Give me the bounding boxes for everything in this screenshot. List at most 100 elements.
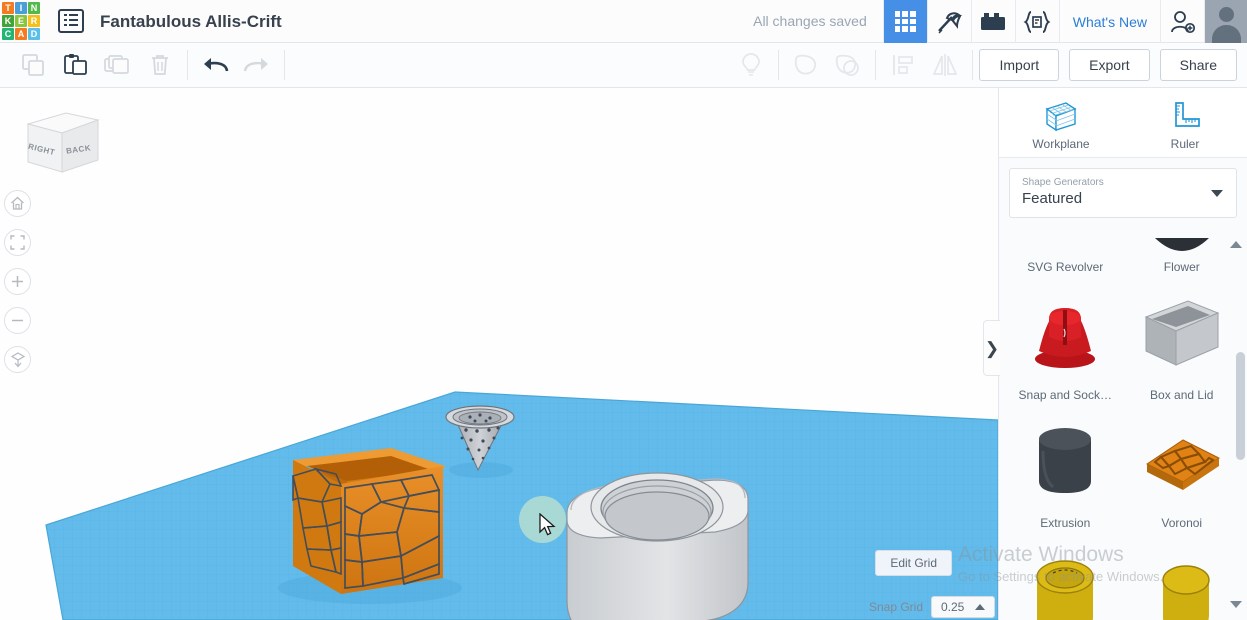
workplane-scene <box>45 391 998 620</box>
share-button[interactable]: Share <box>1159 49 1237 81</box>
workplane-label: Workplane <box>1032 137 1090 151</box>
box-lid-thumbnail <box>1124 278 1241 388</box>
view-cube[interactable]: RIGHT BACK <box>14 106 100 184</box>
cube-projection-icon <box>10 351 25 367</box>
group-button[interactable] <box>785 43 827 88</box>
design-title[interactable]: Fantabulous Allis-Crift <box>100 0 282 42</box>
workplane-tool[interactable]: Workplane <box>999 88 1123 157</box>
orthographic-toggle-button[interactable] <box>4 346 31 373</box>
shape-label: SVG Revolver <box>1027 260 1104 274</box>
minus-icon <box>12 319 23 322</box>
shape-item-yellow-cylinder[interactable] <box>1124 534 1241 620</box>
voronoi-box-object[interactable] <box>278 448 462 604</box>
logo-tile-r-5: R <box>28 15 40 27</box>
ruler-icon <box>1175 102 1200 127</box>
zoom-out-button[interactable] <box>4 307 31 334</box>
shape-item-svg-revolver[interactable]: SVG Revolver <box>1007 234 1124 278</box>
shape-grid: SVG Revolver Flower Snap and Sock… Box a… <box>999 234 1247 620</box>
logo-tile-a-7: A <box>15 28 27 40</box>
3d-viewport[interactable]: RIGHT BACK Edit Grid Snap Grid 0.25 <box>0 88 998 620</box>
logo-tile-e-4: E <box>15 15 27 27</box>
trash-icon <box>152 55 168 75</box>
tab-blocks[interactable] <box>970 0 1015 43</box>
invite-people-button[interactable] <box>1160 0 1204 43</box>
box-lid-icon <box>1144 300 1220 366</box>
shape-item-voronoi[interactable]: Voronoi <box>1124 406 1241 534</box>
plus-icon <box>12 276 23 287</box>
tab-codeblocks[interactable] <box>1014 0 1059 43</box>
shape-item-extrusion[interactable]: Extrusion <box>1007 406 1124 534</box>
duplicate-icon <box>104 55 129 74</box>
lightbulb-icon <box>742 53 761 76</box>
chevron-right-icon: ❯ <box>984 338 1000 358</box>
snap-grid-label: Snap Grid <box>868 600 923 614</box>
edit-grid-button[interactable]: Edit Grid <box>875 550 952 576</box>
align-button[interactable] <box>882 43 924 88</box>
flower-thumbnail <box>1124 234 1241 260</box>
snap-grid-control: Snap Grid 0.25 mm <box>868 596 995 620</box>
redo-button[interactable] <box>236 43 278 88</box>
top-header-bar: TIN KER CAD Fantabulous Allis-Crift All ch… <box>0 0 1247 43</box>
ruler-tool[interactable]: Ruler <box>1123 88 1247 157</box>
toolbar-divider-6 <box>972 50 974 80</box>
avatar[interactable] <box>1204 0 1247 43</box>
mirror-button[interactable] <box>924 43 966 88</box>
paste-button[interactable] <box>55 43 97 88</box>
logo-tile-i-1: I <box>15 2 27 14</box>
home-view-button[interactable] <box>4 190 31 217</box>
whats-new-link[interactable]: What's New <box>1058 0 1160 43</box>
copy-icon <box>22 54 44 76</box>
threaded-container-object[interactable] <box>559 472 755 620</box>
tab-tinker-3d[interactable] <box>882 0 927 43</box>
toolbar-divider-5 <box>875 50 877 80</box>
add-person-icon <box>1170 10 1195 33</box>
tab-minecraft[interactable] <box>926 0 971 43</box>
shape-item-flower[interactable]: Flower <box>1124 234 1241 278</box>
export-button[interactable]: Export <box>1069 49 1150 81</box>
shape-label: Box and Lid <box>1150 388 1214 402</box>
snap-grid-select[interactable]: 0.25 <box>931 596 995 618</box>
shape-generators-select[interactable]: Shape Generators Featured <box>1009 168 1237 218</box>
zoom-in-button[interactable] <box>4 268 31 295</box>
collapse-panel-button[interactable]: ❯ <box>983 320 1000 376</box>
list-documents-icon[interactable] <box>58 9 84 33</box>
edit-toolbar: Import Export Share <box>0 43 1247 88</box>
tinkercad-logo[interactable]: TIN KER CAD <box>2 2 40 40</box>
shape-label: Extrusion <box>1040 516 1091 530</box>
pickaxe-icon <box>938 11 963 33</box>
fit-to-view-button[interactable] <box>4 229 31 256</box>
clipboard-paste-icon <box>64 54 87 75</box>
header-spacer <box>282 0 737 42</box>
home-icon <box>11 196 24 210</box>
ungroup-shapes-icon <box>836 54 860 76</box>
toolbar-divider-2 <box>187 50 188 80</box>
ungroup-button[interactable] <box>827 43 869 88</box>
ruler-label: Ruler <box>1170 137 1200 151</box>
mouse-cursor <box>539 513 556 536</box>
logo-tile-n-2: N <box>28 2 40 14</box>
copy-button[interactable] <box>13 43 55 88</box>
undo-button[interactable] <box>194 43 236 88</box>
yellow-cylinder-icon <box>1162 565 1210 620</box>
voronoi-icon <box>1145 439 1220 490</box>
lego-brick-icon <box>981 12 1006 30</box>
shape-item-yellow-box[interactable] <box>1007 534 1124 620</box>
shape-item-box-and-lid[interactable]: Box and Lid <box>1124 278 1241 406</box>
whats-new-label: What's New <box>1072 13 1147 30</box>
show-hide-button[interactable] <box>730 43 772 88</box>
flower-icon <box>1154 238 1209 251</box>
voronoi-thumbnail <box>1124 406 1241 516</box>
duplicate-button[interactable] <box>97 43 139 88</box>
align-icon <box>893 55 914 75</box>
delete-button[interactable] <box>139 43 181 88</box>
shape-item-snap-and-socket[interactable]: Snap and Sock… <box>1007 278 1124 406</box>
shape-generators-value: Featured <box>1022 190 1083 207</box>
shape-label: Flower <box>1163 260 1200 274</box>
shape-gallery[interactable]: SVG Revolver Flower Snap and Sock… Box a… <box>999 234 1247 620</box>
import-button[interactable]: Import <box>979 49 1060 81</box>
extrusion-icon <box>1039 428 1092 493</box>
logo-tile-t-0: T <box>2 2 14 14</box>
panel-tools-row: Workplane Ruler <box>999 88 1247 158</box>
logo-tile-k-3: K <box>2 15 14 27</box>
redo-arrow-icon <box>243 58 268 72</box>
